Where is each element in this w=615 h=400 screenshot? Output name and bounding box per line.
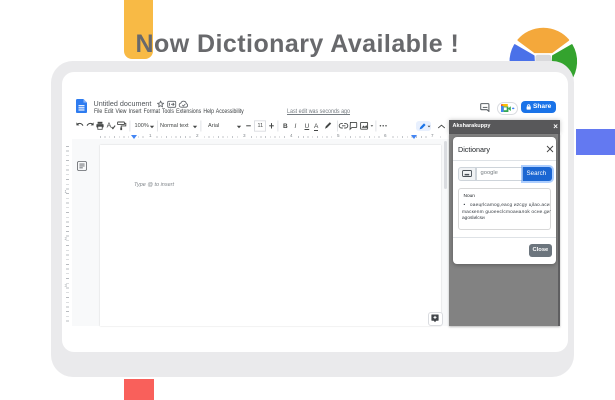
svg-text:A: A [107,123,112,130]
